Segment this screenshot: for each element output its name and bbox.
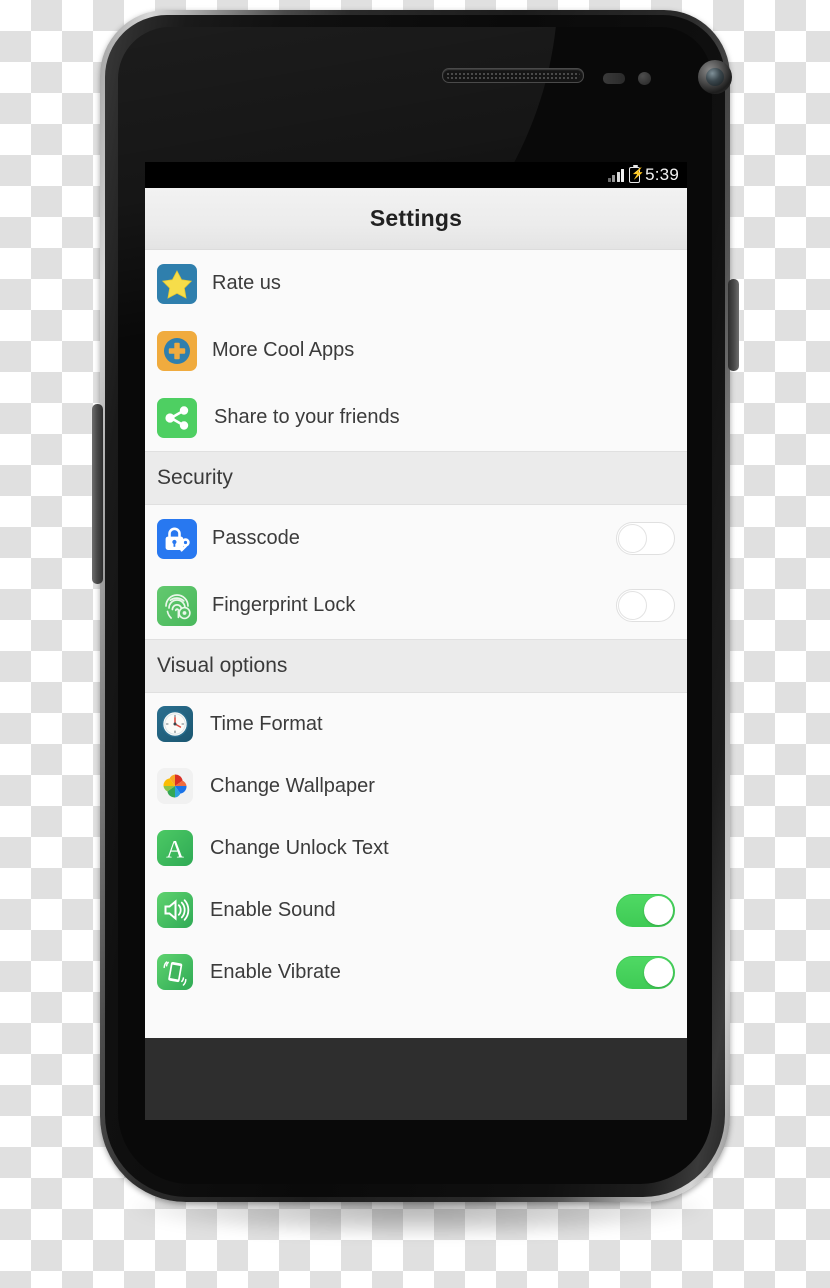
section-header-label: Visual options [157,654,288,677]
earpiece-mesh [446,72,580,79]
list-item-enable-vibrate[interactable]: Enable Vibrate [145,941,687,1003]
fingerprint-icon [157,585,197,626]
toggle-enable-sound[interactable] [616,893,675,927]
page-title: Settings [369,205,463,231]
list-item-enable-sound[interactable]: Enable Sound [145,879,687,941]
toggle-knob [644,895,673,925]
section-header-label: Security [157,466,233,489]
proximity-sensor-icon [603,73,625,84]
status-bar: ⚡ 5:39 [145,162,687,188]
list-item-label: Share to your friends [214,406,400,428]
list-item-change-wallpaper[interactable]: Change Wallpaper [145,755,687,817]
list-item-passcode[interactable]: Passcode [145,505,687,572]
navigation-bar-area [145,1038,687,1120]
plus-circle-icon [157,330,197,371]
list-item-label: Enable Sound [210,898,336,921]
settings-list: Rate us More Cool Apps Share to your fri… [145,250,687,1003]
toggle-knob [644,957,673,987]
list-item-label: Enable Vibrate [210,960,341,983]
list-item-label: Change Wallpaper [210,774,375,797]
list-item-label: More Cool Apps [212,339,355,361]
pinwheel-icon [157,768,193,804]
front-camera-lens [706,68,724,86]
battery-charging-icon: ⚡ [629,164,645,183]
clock-icon [157,706,193,742]
signal-bars-icon [607,168,625,182]
star-icon [157,263,197,304]
list-item-fingerprint-lock[interactable]: Fingerprint Lock [145,572,687,639]
toggle-passcode[interactable] [616,522,675,555]
toggle-fingerprint-lock[interactable] [616,589,675,622]
lock-key-icon [157,518,197,559]
light-sensor-icon [638,72,651,85]
list-item-more-cool-apps[interactable]: More Cool Apps [145,317,687,384]
settings-app-window: Settings Rate us More Cool Apps Share to… [145,188,687,1038]
list-item-share-to-your-friends[interactable]: Share to your friends [145,384,687,451]
list-item-rate-us[interactable]: Rate us [145,250,687,317]
vibrate-icon [157,954,193,990]
earpiece-speaker-icon [442,68,584,83]
phone-screen: ⚡ 5:39 Settings Rate us More Cool Apps S… [145,162,687,1120]
volume-rocker-button[interactable] [92,404,103,584]
list-item-label: Rate us [212,272,281,294]
status-bar-right-cluster: ⚡ 5:39 [607,164,679,185]
svg-text:A: A [166,837,184,864]
toggle-enable-vibrate[interactable] [616,955,675,989]
section-header-security: Security [145,451,687,505]
charging-bolt-icon: ⚡ [631,168,645,180]
share-icon [157,397,197,438]
list-item-change-unlock-text[interactable]: A Change Unlock Text [145,817,687,879]
toggle-knob [618,524,647,553]
app-bar: Settings [145,188,687,250]
status-bar-clock: 5:39 [645,165,679,184]
power-button[interactable] [728,279,739,371]
list-item-label: Change Unlock Text [210,836,389,859]
list-item-label: Time Format [210,712,323,735]
list-item-label: Passcode [212,527,300,549]
toggle-knob [618,591,647,620]
speaker-icon [157,892,193,928]
list-item-time-format[interactable]: Time Format [145,693,687,755]
section-header-visual-options: Visual options [145,639,687,693]
front-camera-icon [698,60,732,94]
list-item-label: Fingerprint Lock [212,594,356,616]
letter-a-icon: A [157,830,193,866]
